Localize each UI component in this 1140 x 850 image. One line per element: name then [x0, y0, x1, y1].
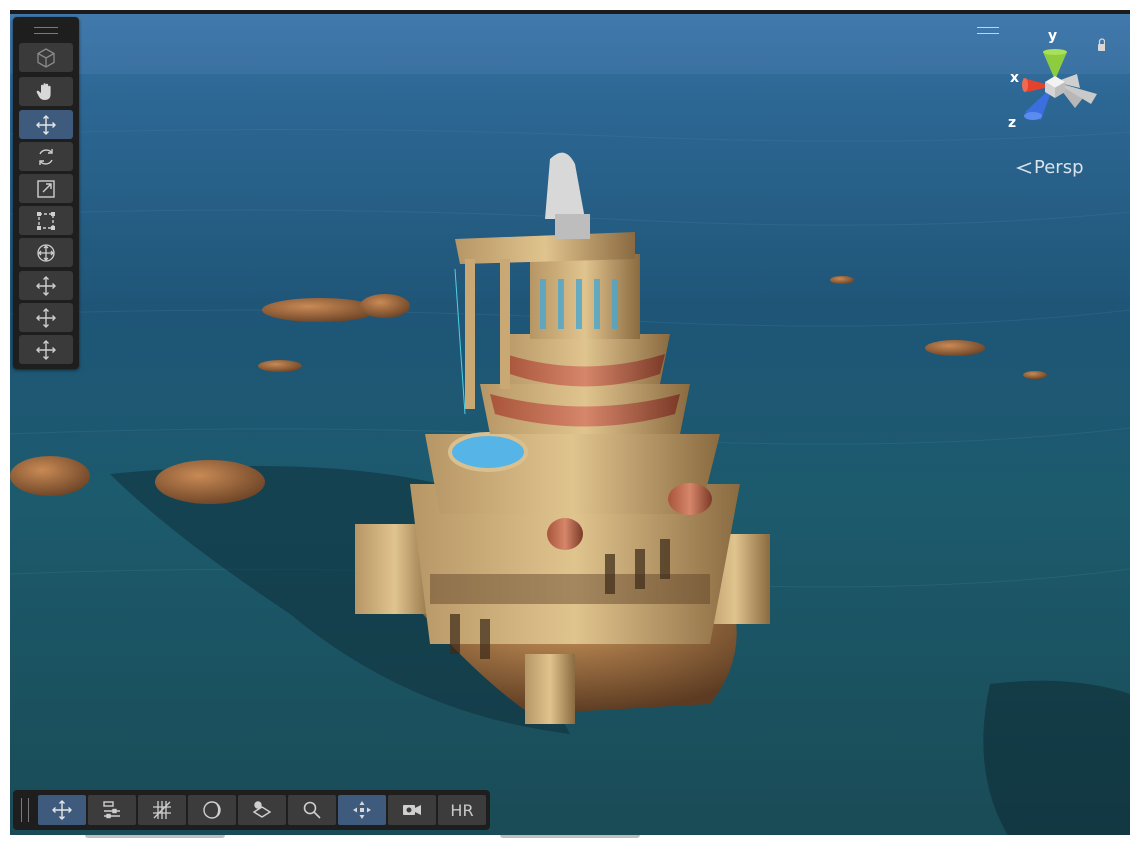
sliders-icon — [103, 801, 120, 819]
view-mode-button[interactable] — [19, 43, 73, 72]
custom-tool-2-button[interactable] — [19, 303, 73, 332]
scale-icon — [37, 179, 55, 198]
toolbar-grip-handle[interactable] — [21, 798, 29, 822]
perspective-chevron-icon — [1016, 161, 1032, 174]
move-arrows-icon — [52, 800, 72, 820]
bottom-strip — [10, 835, 1130, 850]
move-arrows-icon — [36, 307, 56, 328]
camera-visibility-button[interactable] — [388, 795, 436, 825]
orientation-gizmo[interactable] — [1005, 30, 1105, 130]
gizmos-button[interactable] — [338, 795, 386, 825]
custom-tool-3-button[interactable] — [19, 335, 73, 364]
rect-transform-icon — [37, 211, 55, 230]
custom-tool-1-button[interactable] — [19, 271, 73, 300]
snap-settings-button[interactable] — [88, 795, 136, 825]
rotate-icon — [39, 148, 53, 165]
draw-mode-button[interactable] — [188, 795, 236, 825]
move-tool-button[interactable] — [19, 110, 73, 139]
transform-tool-button[interactable] — [19, 238, 73, 267]
gizmo-icon — [353, 801, 371, 819]
cube-icon — [37, 47, 55, 68]
search-button[interactable] — [288, 795, 336, 825]
projection-label: Persp — [1034, 157, 1084, 178]
lock-icon[interactable] — [1098, 38, 1105, 51]
tab-indicator — [500, 835, 640, 838]
hand-icon — [36, 82, 51, 100]
overlay-toolbar: HR — [13, 790, 490, 830]
grid-icon — [153, 801, 171, 819]
move-arrows-icon — [36, 114, 56, 135]
tool-palette — [13, 17, 79, 369]
scale-tool-button[interactable] — [19, 174, 73, 203]
layers-button[interactable] — [238, 795, 286, 825]
scene-render — [10, 14, 1130, 839]
rect-tool-button[interactable] — [19, 206, 73, 235]
transform-all-icon — [37, 243, 55, 262]
hdr-button[interactable]: HR — [438, 795, 486, 825]
tab-indicator — [85, 835, 225, 838]
scene-viewport[interactable] — [10, 10, 1130, 839]
y-axis-cone[interactable] — [1043, 52, 1067, 80]
gizmo-grip-handle[interactable] — [977, 27, 999, 34]
x-axis-label: x — [1010, 70, 1020, 86]
moon-shading-icon — [203, 801, 221, 819]
rotate-tool-button[interactable] — [19, 142, 73, 171]
z-axis-label: z — [1008, 115, 1017, 131]
layers-icon — [252, 801, 272, 818]
hdr-label: HR — [450, 800, 474, 820]
camera-eye-icon — [403, 805, 421, 815]
magnifier-icon — [303, 801, 321, 819]
palette-grip-handle[interactable] — [34, 27, 58, 34]
y-axis-label: y — [1048, 28, 1058, 44]
tool-settings-button[interactable] — [38, 795, 86, 825]
projection-toggle[interactable]: Persp — [1016, 157, 1084, 178]
view-tool-button[interactable] — [19, 77, 73, 106]
grid-settings-button[interactable] — [138, 795, 186, 825]
move-arrows-icon — [36, 275, 56, 296]
move-arrows-icon — [36, 339, 56, 360]
